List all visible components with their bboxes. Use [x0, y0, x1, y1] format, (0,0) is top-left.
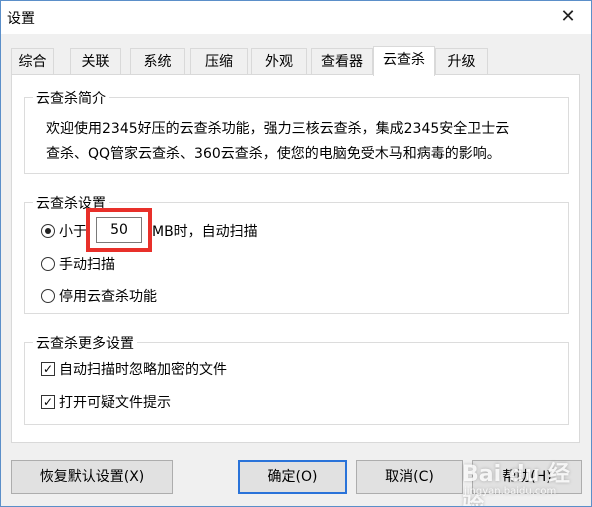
check-ignore-encrypted-label: 自动扫描时忽略加密的文件 [59, 362, 227, 378]
intro-line-1: 欢迎使用2345好压的云查杀功能，强力三核云查杀，集成2345安全卫士云 [46, 121, 510, 137]
tab-upgrade[interactable]: 升级 [435, 48, 488, 74]
tab-system[interactable]: 系统 [130, 48, 185, 74]
cancel-button[interactable]: 取消(C) [356, 460, 463, 494]
intro-line-2: 查杀、QQ管家云查杀、360云查杀，使您的电脑免受木马和病毒的影响。 [46, 146, 501, 162]
tab-appearance[interactable]: 外观 [251, 48, 307, 74]
checkbox-suspicious-tip[interactable]: ✓ [41, 395, 55, 409]
intro-legend: 云查杀简介 [33, 88, 109, 108]
option-size-suffix: MB时，自动扫描 [152, 224, 258, 240]
tab-viewer[interactable]: 查看器 [311, 48, 373, 74]
help-button[interactable]: 帮助(H) [472, 460, 582, 494]
window-title: 设置 [7, 11, 35, 27]
checkbox-ignore-encrypted[interactable]: ✓ [41, 362, 55, 376]
close-icon[interactable]: ✕ [553, 5, 583, 29]
radio-size-limit[interactable] [41, 224, 55, 238]
option-disable-row[interactable]: 停用云查杀功能 [41, 286, 241, 308]
option-manual-label: 手动扫描 [59, 257, 115, 273]
ok-button[interactable]: 确定(O) [238, 460, 347, 494]
tab-general[interactable]: 综合 [11, 48, 54, 74]
check-suspicious-tip-label: 打开可疑文件提示 [59, 395, 171, 411]
option-size-row[interactable]: 小于 MB时，自动扫描 [41, 221, 301, 243]
more-settings-legend: 云查杀更多设置 [33, 333, 137, 353]
intro-text: 欢迎使用2345好压的云查杀功能，强力三核云查杀，集成2345安全卫士云 查杀、… [46, 117, 556, 167]
radio-disable-cloud-scan[interactable] [41, 289, 55, 303]
tab-compression[interactable]: 压缩 [190, 48, 248, 74]
size-input-highlight [86, 208, 152, 252]
option-size-prefix: 小于 [59, 224, 87, 240]
check-ignore-encrypted-row[interactable]: ✓ 自动扫描时忽略加密的文件 [41, 359, 301, 381]
tab-cloud-scan[interactable]: 云查杀 [373, 46, 435, 76]
settings-window: 设置 ✕ 综合 关联 系统 压缩 外观 查看器 云查杀 升级 云查杀简介 欢迎使… [0, 0, 592, 507]
restore-defaults-button[interactable]: 恢复默认设置(X) [11, 460, 173, 494]
radio-manual-scan[interactable] [41, 257, 55, 271]
title-bar: 设置 ✕ [1, 1, 591, 34]
check-suspicious-tip-row[interactable]: ✓ 打开可疑文件提示 [41, 392, 301, 414]
tab-association[interactable]: 关联 [70, 48, 121, 74]
option-disable-label: 停用云查杀功能 [59, 289, 157, 305]
intro-group: 云查杀简介 欢迎使用2345好压的云查杀功能，强力三核云查杀，集成2345安全卫… [24, 88, 569, 174]
option-manual-row[interactable]: 手动扫描 [41, 254, 241, 276]
